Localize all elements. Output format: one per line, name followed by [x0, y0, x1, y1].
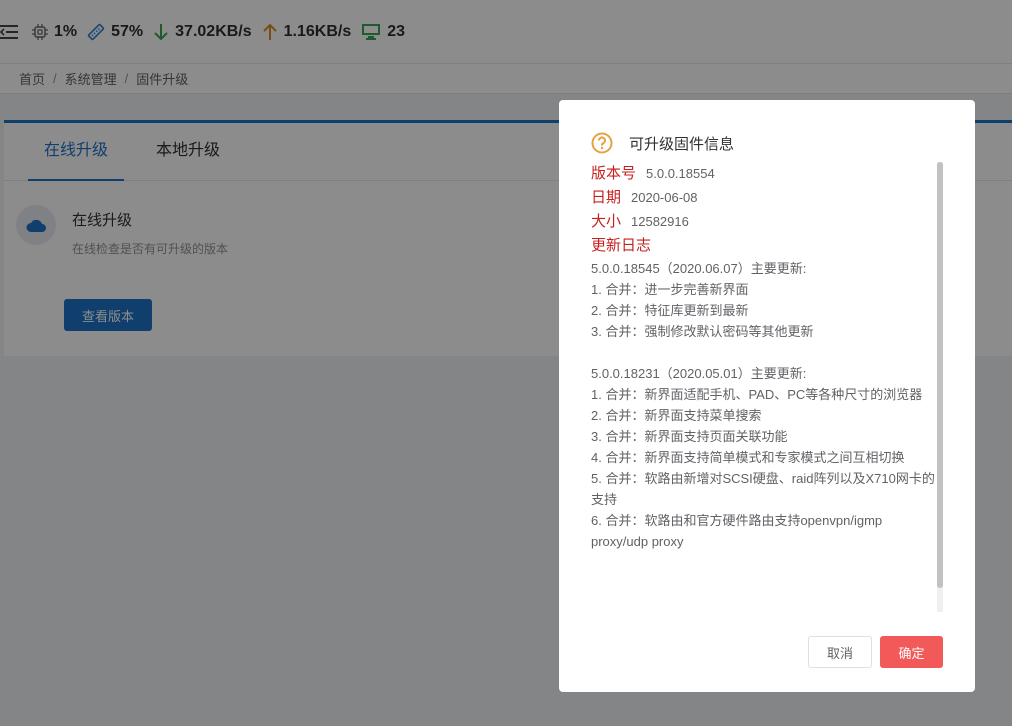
changelog-line: 6. 合并：软路由和官方硬件路由支持openvpn/igmp proxy/udp…: [591, 513, 883, 549]
changelog-line: 5. 合并：软路由新增对SCSI硬盘、raid阵列以及X710网卡的支持: [591, 471, 935, 507]
version-label: 版本号: [591, 165, 637, 182]
changelog: 5.0.0.18545（2020.06.07）主要更新: 1. 合并：进一步完善…: [591, 258, 941, 552]
confirm-button[interactable]: 确定: [880, 636, 943, 668]
version-row: 版本号 5.0.0.18554: [591, 162, 941, 186]
date-row: 日期 2020-06-08: [591, 186, 941, 210]
size-row: 大小 12582916: [591, 210, 941, 234]
dialog-title: 可升级固件信息: [629, 135, 735, 153]
changelog-line: 2. 合并：新界面支持菜单搜索: [591, 408, 762, 423]
changelog-line: [591, 342, 941, 363]
changelog-line: 3. 合并：强制修改默认密码等其他更新: [591, 324, 814, 339]
changelog-line: 1. 合并：进一步完善新界面: [591, 282, 749, 297]
date-value: 2020-06-08: [631, 190, 698, 205]
size-label: 大小: [591, 213, 622, 230]
changelog-line: 5.0.0.18231（2020.05.01）主要更新:: [591, 366, 807, 381]
version-value: 5.0.0.18554: [646, 166, 715, 181]
changelog-line: 1. 合并：新界面适配手机、PAD、PC等各种尺寸的浏览器: [591, 387, 923, 402]
question-icon: [591, 132, 613, 154]
changelog-line: 5.0.0.18545（2020.06.07）主要更新:: [591, 261, 807, 276]
changelog-line: 2. 合并：特征库更新到最新: [591, 303, 749, 318]
cancel-button[interactable]: 取消: [808, 636, 872, 668]
changelog-line: 4. 合并：新界面支持简单模式和专家模式之间互相切换: [591, 450, 905, 465]
changelog-line: 3. 合并：新界面支持页面关联功能: [591, 429, 788, 444]
changelog-label: 更新日志: [591, 237, 652, 254]
dialog-scrollbar[interactable]: [937, 162, 943, 612]
date-label: 日期: [591, 189, 622, 206]
dialog-body: 版本号 5.0.0.18554 日期 2020-06-08 大小 1258291…: [591, 162, 941, 612]
size-value: 12582916: [631, 214, 689, 229]
scrollbar-thumb[interactable]: [937, 162, 943, 588]
firmware-info-dialog: 可升级固件信息 版本号 5.0.0.18554 日期 2020-06-08 大小…: [559, 100, 975, 692]
